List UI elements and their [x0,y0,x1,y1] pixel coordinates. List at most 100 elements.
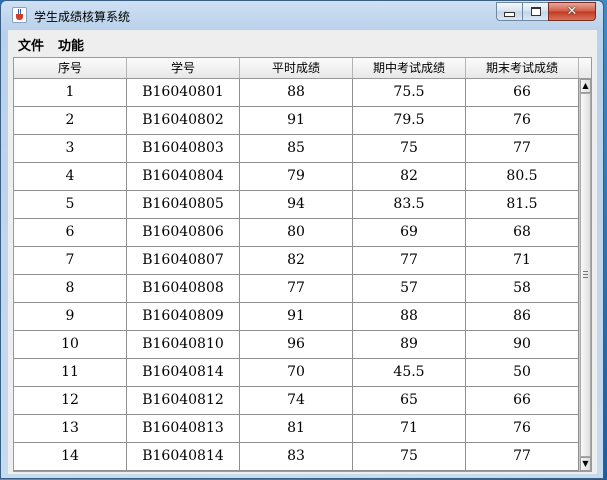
minimize-button[interactable] [496,2,523,21]
close-button[interactable]: ✕ [548,2,596,21]
table-row[interactable]: 4 B16040804 79 82 80.5 [14,163,579,191]
cell-midterm-score[interactable]: 57 [353,275,466,302]
cell-student-id[interactable]: B16040809 [127,303,240,330]
cell-regular-score[interactable]: 82 [240,247,353,274]
cell-regular-score[interactable]: 77 [240,275,353,302]
cell-regular-score[interactable]: 91 [240,107,353,134]
cell-regular-score[interactable]: 83 [240,443,353,470]
table-row[interactable]: 2 B16040802 91 79.5 76 [14,107,579,135]
cell-student-id[interactable]: B16040813 [127,415,240,442]
cell-student-id[interactable]: B16040807 [127,247,240,274]
cell-final-score[interactable]: 71 [466,247,579,274]
cell-student-id[interactable]: B16040803 [127,135,240,162]
cell-student-id[interactable]: B16040805 [127,191,240,218]
table-row[interactable]: 13 B16040813 81 71 76 [14,415,579,443]
table-row[interactable]: 12 B16040812 74 65 66 [14,387,579,415]
cell-midterm-score[interactable]: 79.5 [353,107,466,134]
cell-regular-score[interactable]: 70 [240,359,353,386]
scrollbar-thumb[interactable] [580,93,591,457]
column-header-student-id[interactable]: 学号 [127,58,240,78]
column-header-midterm-score[interactable]: 期中考试成绩 [353,58,466,78]
cell-final-score[interactable]: 66 [466,387,579,414]
cell-index[interactable]: 13 [14,415,127,442]
cell-final-score[interactable]: 66 [466,79,579,106]
menu-function[interactable]: 功能 [58,35,84,54]
cell-regular-score[interactable]: 91 [240,303,353,330]
cell-regular-score[interactable]: 94 [240,191,353,218]
java-cup-icon[interactable] [12,7,27,23]
table-row[interactable]: 9 B16040809 91 88 86 [14,303,579,331]
cell-midterm-score[interactable]: 65 [353,387,466,414]
cell-student-id[interactable]: B16040812 [127,387,240,414]
cell-final-score[interactable]: 90 [466,331,579,358]
cell-student-id[interactable]: B16040814 [127,443,240,470]
table-row[interactable]: 7 B16040807 82 77 71 [14,247,579,275]
column-header-final-score[interactable]: 期末考试成绩 [466,58,579,78]
cell-student-id[interactable]: B16040804 [127,163,240,190]
table-row[interactable]: 6 B16040806 80 69 68 [14,219,579,247]
cell-final-score[interactable]: 50 [466,359,579,386]
scroll-down-arrow-icon[interactable]: ▼ [580,457,591,471]
cell-final-score[interactable]: 58 [466,275,579,302]
cell-student-id[interactable]: B16040806 [127,219,240,246]
table-row[interactable]: 11 B16040814 70 45.5 50 [14,359,579,387]
cell-regular-score[interactable]: 79 [240,163,353,190]
menu-file[interactable]: 文件 [18,35,44,54]
cell-index[interactable]: 5 [14,191,127,218]
cell-midterm-score[interactable]: 75 [353,443,466,470]
table-row[interactable]: 14 B16040814 83 75 77 [14,443,579,471]
cell-student-id[interactable]: B16040801 [127,79,240,106]
cell-final-score[interactable]: 86 [466,303,579,330]
table-row[interactable]: 8 B16040808 77 57 58 [14,275,579,303]
cell-index[interactable]: 11 [14,359,127,386]
cell-index[interactable]: 7 [14,247,127,274]
table-row[interactable]: 1 B16040801 88 75.5 66 [14,79,579,107]
cell-final-score[interactable]: 77 [466,443,579,470]
cell-midterm-score[interactable]: 89 [353,331,466,358]
maximize-button[interactable] [522,2,549,21]
vertical-scrollbar[interactable]: ▲ ▼ [579,79,591,471]
cell-student-id[interactable]: B16040802 [127,107,240,134]
title-bar[interactable]: 学生成绩核算系统 ✕ [1,1,603,30]
cell-final-score[interactable]: 81.5 [466,191,579,218]
table-row[interactable]: 5 B16040805 94 83.5 81.5 [14,191,579,219]
cell-index[interactable]: 2 [14,107,127,134]
cell-regular-score[interactable]: 74 [240,387,353,414]
cell-index[interactable]: 12 [14,387,127,414]
cell-midterm-score[interactable]: 77 [353,247,466,274]
cell-index[interactable]: 3 [14,135,127,162]
cell-midterm-score[interactable]: 88 [353,303,466,330]
table-row[interactable]: 3 B16040803 85 75 77 [14,135,579,163]
cell-regular-score[interactable]: 85 [240,135,353,162]
cell-midterm-score[interactable]: 71 [353,415,466,442]
cell-index[interactable]: 8 [14,275,127,302]
cell-index[interactable]: 9 [14,303,127,330]
cell-index[interactable]: 10 [14,331,127,358]
cell-regular-score[interactable]: 80 [240,219,353,246]
table-row[interactable]: 10 B16040810 96 89 90 [14,331,579,359]
cell-midterm-score[interactable]: 83.5 [353,191,466,218]
cell-midterm-score[interactable]: 75 [353,135,466,162]
column-header-index[interactable]: 序号 [14,58,127,78]
cell-midterm-score[interactable]: 45.5 [353,359,466,386]
cell-midterm-score[interactable]: 82 [353,163,466,190]
scroll-up-arrow-icon[interactable]: ▲ [580,79,591,93]
cell-index[interactable]: 1 [14,79,127,106]
cell-final-score[interactable]: 68 [466,219,579,246]
cell-final-score[interactable]: 76 [466,107,579,134]
cell-student-id[interactable]: B16040810 [127,331,240,358]
cell-regular-score[interactable]: 81 [240,415,353,442]
cell-midterm-score[interactable]: 75.5 [353,79,466,106]
cell-final-score[interactable]: 77 [466,135,579,162]
cell-student-id[interactable]: B16040808 [127,275,240,302]
cell-index[interactable]: 4 [14,163,127,190]
cell-regular-score[interactable]: 88 [240,79,353,106]
cell-regular-score[interactable]: 96 [240,331,353,358]
cell-student-id[interactable]: B16040814 [127,359,240,386]
cell-index[interactable]: 6 [14,219,127,246]
cell-midterm-score[interactable]: 69 [353,219,466,246]
column-header-regular-score[interactable]: 平时成绩 [240,58,353,78]
cell-final-score[interactable]: 80.5 [466,163,579,190]
cell-final-score[interactable]: 76 [466,415,579,442]
cell-index[interactable]: 14 [14,443,127,470]
